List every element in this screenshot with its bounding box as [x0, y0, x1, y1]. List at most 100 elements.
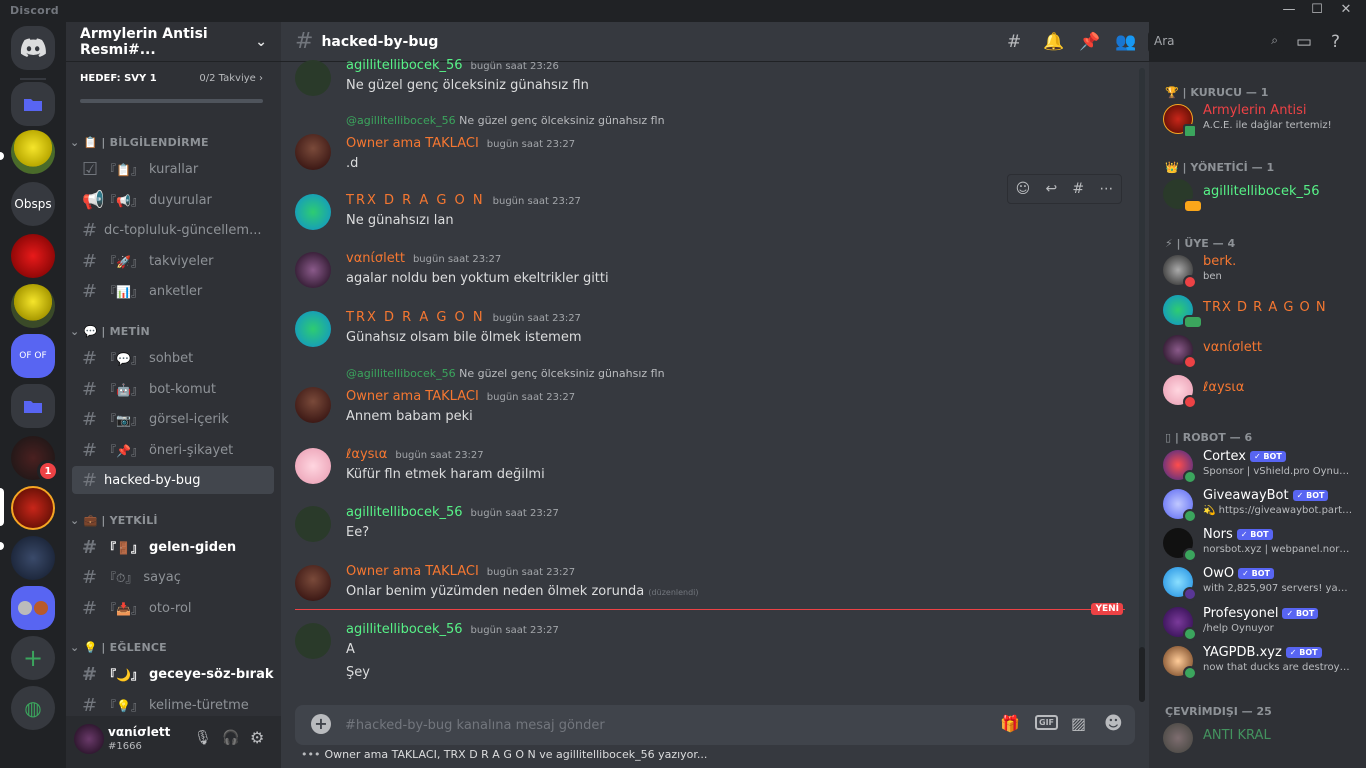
- thread-icon[interactable]: #: [1072, 181, 1084, 197]
- message-author[interactable]: Owner ama TAKLACI bugün saat 23:27: [346, 136, 575, 151]
- maximize-button[interactable]: ☐: [1303, 0, 1331, 22]
- avatar[interactable]: [295, 252, 331, 288]
- channel-sayac[interactable]: # 『⏱』 sayaç: [72, 563, 274, 591]
- category-yetkili[interactable]: ⌄ 💼 | YETKİLİ: [70, 514, 158, 527]
- member-item[interactable]: OwO ✓ BOT with 2,825,907 servers! yayında: [1163, 563, 1363, 603]
- server-balls-icon[interactable]: [11, 586, 55, 630]
- channel-duyurular[interactable]: 📢 『📢』 duyurular: [72, 186, 274, 214]
- member-item[interactable]: agillitellibocek_56: [1163, 175, 1363, 215]
- avatar[interactable]: [295, 506, 331, 542]
- avatar[interactable]: [295, 311, 331, 347]
- hash-icon: #: [82, 347, 98, 369]
- folder2-icon[interactable]: [11, 384, 55, 428]
- scrollbar-thumb[interactable]: [1139, 647, 1145, 702]
- mention-badge: 1: [37, 460, 59, 482]
- member-item[interactable]: Armylerin Antisi A.C.E. ile dağlar terte…: [1163, 100, 1363, 140]
- member-item[interactable]: ANTI KRAL: [1163, 719, 1363, 759]
- scrollbar-track[interactable]: [1139, 68, 1145, 702]
- channel-sohbet[interactable]: # 『💬』 sohbet: [72, 344, 274, 372]
- add-reaction-icon[interactable]: ☺: [1016, 181, 1031, 197]
- member-item[interactable]: Profesyonel ✓ BOT /help Oynuyor: [1163, 603, 1363, 643]
- avatar[interactable]: [295, 194, 331, 230]
- server-anti-icon[interactable]: [11, 486, 55, 530]
- guild-header[interactable]: Armylerin Antisi Resmi#... ⌄: [66, 22, 281, 62]
- threads-icon[interactable]: #: [1007, 32, 1021, 52]
- discord-home-icon[interactable]: [11, 26, 55, 70]
- more-icon[interactable]: ⋯: [1099, 181, 1113, 197]
- avatar[interactable]: [295, 387, 331, 423]
- inbox-icon[interactable]: ▭: [1296, 32, 1312, 52]
- gif-icon[interactable]: GIF: [1035, 715, 1059, 730]
- members-list-icon[interactable]: 👥: [1115, 32, 1136, 52]
- sticker-icon[interactable]: ▨: [1071, 714, 1086, 733]
- message-author[interactable]: vαnίσlett bugün saat 23:27: [346, 251, 501, 266]
- folder-icon[interactable]: [11, 82, 55, 126]
- boost-progress[interactable]: HEDEF: SVY 1 0/2 Takviye ›: [66, 62, 281, 106]
- avatar[interactable]: [295, 565, 331, 601]
- server-obsps[interactable]: Obsps: [11, 182, 55, 226]
- message-author[interactable]: agillitellibocek_56 bugün saat 23:27: [346, 622, 559, 637]
- reply-preview[interactable]: @agillitellibocek_56 Ne güzel genç ölcek…: [346, 367, 665, 380]
- category-eglence[interactable]: ⌄ 💡 | EĞLENCE: [70, 641, 167, 654]
- help-icon[interactable]: ?: [1331, 32, 1340, 52]
- channel-kelime-turetme[interactable]: # 『💡』 kelime-türetme: [72, 691, 274, 719]
- chevron-down-icon: ⌄: [255, 33, 267, 50]
- message-author[interactable]: agillitellibocek_56 bugün saat 23:27: [346, 505, 559, 520]
- channel-gorsel-icerik[interactable]: # 『📷』 görsel-içerik: [72, 405, 274, 433]
- message-author[interactable]: TRX D R A G O Nbugün saat 23:27: [346, 310, 581, 325]
- message-composer: + 🎁 GIF ▨ ☻: [295, 705, 1135, 745]
- close-button[interactable]: ✕: [1332, 0, 1360, 22]
- member-item[interactable]: Cortex ✓ BOT Sponsor | vShield.pro Oynuyo…: [1163, 446, 1363, 486]
- message-author[interactable]: Owner ama TAKLACI bugün saat 23:27: [346, 564, 575, 579]
- avatar[interactable]: [295, 60, 331, 96]
- channel-takviyeler[interactable]: # 『🚀』 takviyeler: [72, 247, 274, 275]
- avatar[interactable]: [295, 134, 331, 170]
- channel-bot-komut[interactable]: # 『🤖』 bot-komut: [72, 375, 274, 403]
- member-item[interactable]: YAGPDB.xyz ✓ BOT now that ducks are destr…: [1163, 642, 1363, 682]
- channel-oneri-sikayet[interactable]: # 『📌』 öneri-şikayet: [72, 436, 274, 464]
- bell-icon[interactable]: 🔔: [1043, 32, 1064, 52]
- channel-gelen-giden[interactable]: # 『🚪』 gelen-giden: [72, 533, 274, 561]
- message-author[interactable]: Owner ama TAKLACI bugün saat 23:27: [346, 389, 575, 404]
- member-item[interactable]: berk. ben: [1163, 251, 1363, 291]
- channel-anketler[interactable]: # 『📊』 anketler: [72, 277, 274, 305]
- message-input[interactable]: [345, 715, 945, 735]
- deafen-icon[interactable]: 🎧: [222, 730, 239, 746]
- channel-oto-rol[interactable]: # 『📥』 oto-rol: [72, 594, 274, 622]
- avatar[interactable]: [295, 448, 331, 484]
- server-of-icon[interactable]: OF OF: [11, 334, 55, 378]
- minimize-button[interactable]: —: [1275, 0, 1303, 22]
- category-bilgilendirme[interactable]: ⌄ 📋 | BİLGİLENDİRME: [70, 136, 209, 149]
- settings-gear-icon[interactable]: ⚙: [250, 728, 264, 747]
- member-item[interactable]: GiveawayBot ✓ BOT 💫 https://giveawaybot.p…: [1163, 485, 1363, 525]
- reply-preview[interactable]: @agillitellibocek_56 Ne güzel genç ölcek…: [346, 114, 665, 127]
- gift-icon[interactable]: 🎁: [1000, 714, 1020, 733]
- category-metin[interactable]: ⌄ 💬 | METİN: [70, 325, 150, 338]
- server-dark-icon[interactable]: [11, 536, 55, 580]
- member-item[interactable]: Nors ✓ BOT norsbot.xyz | webpanel.norsbo.…: [1163, 524, 1363, 564]
- search-input[interactable]: Ara ⌕: [1148, 31, 1284, 53]
- channel-kurallar[interactable]: ☑ 『📋』 kurallar: [72, 155, 274, 183]
- message-author[interactable]: ℓαуѕια bugün saat 23:27: [346, 447, 484, 462]
- channel-dc-topluluk[interactable]: # dc-topluluk-güncellem...: [72, 216, 274, 244]
- server-support-icon[interactable]: [11, 234, 55, 278]
- explore-icon[interactable]: ◍: [11, 686, 55, 730]
- member-item[interactable]: TRX D R A G O N: [1163, 291, 1363, 331]
- avatar[interactable]: [74, 724, 104, 754]
- reply-icon[interactable]: ↩: [1045, 181, 1057, 197]
- mute-mic-icon[interactable]: 🎙: [194, 730, 212, 746]
- server-teletubby-icon[interactable]: [11, 130, 55, 174]
- message-author[interactable]: agillitellibocek_56 bugün saat 23:26: [346, 58, 559, 73]
- member-name: berk.: [1203, 254, 1237, 269]
- emoji-icon[interactable]: ☻: [1104, 713, 1123, 734]
- attach-plus-icon[interactable]: +: [311, 714, 331, 734]
- member-item[interactable]: ℓαуѕια: [1163, 371, 1363, 411]
- channel-geceye-soz-birak[interactable]: # 『🌙』 geceye-söz-bırak: [72, 660, 274, 688]
- message-author[interactable]: TRX D R A G O Nbugün saat 23:27: [346, 193, 581, 208]
- pin-icon[interactable]: 📌: [1079, 32, 1100, 52]
- add-server-icon[interactable]: +: [11, 636, 55, 680]
- server-teletubby2-icon[interactable]: [11, 284, 55, 328]
- member-item[interactable]: vαnίσlett: [1163, 331, 1363, 371]
- channel-hacked-by-bug[interactable]: # hacked-by-bug: [72, 466, 274, 494]
- avatar[interactable]: [295, 623, 331, 659]
